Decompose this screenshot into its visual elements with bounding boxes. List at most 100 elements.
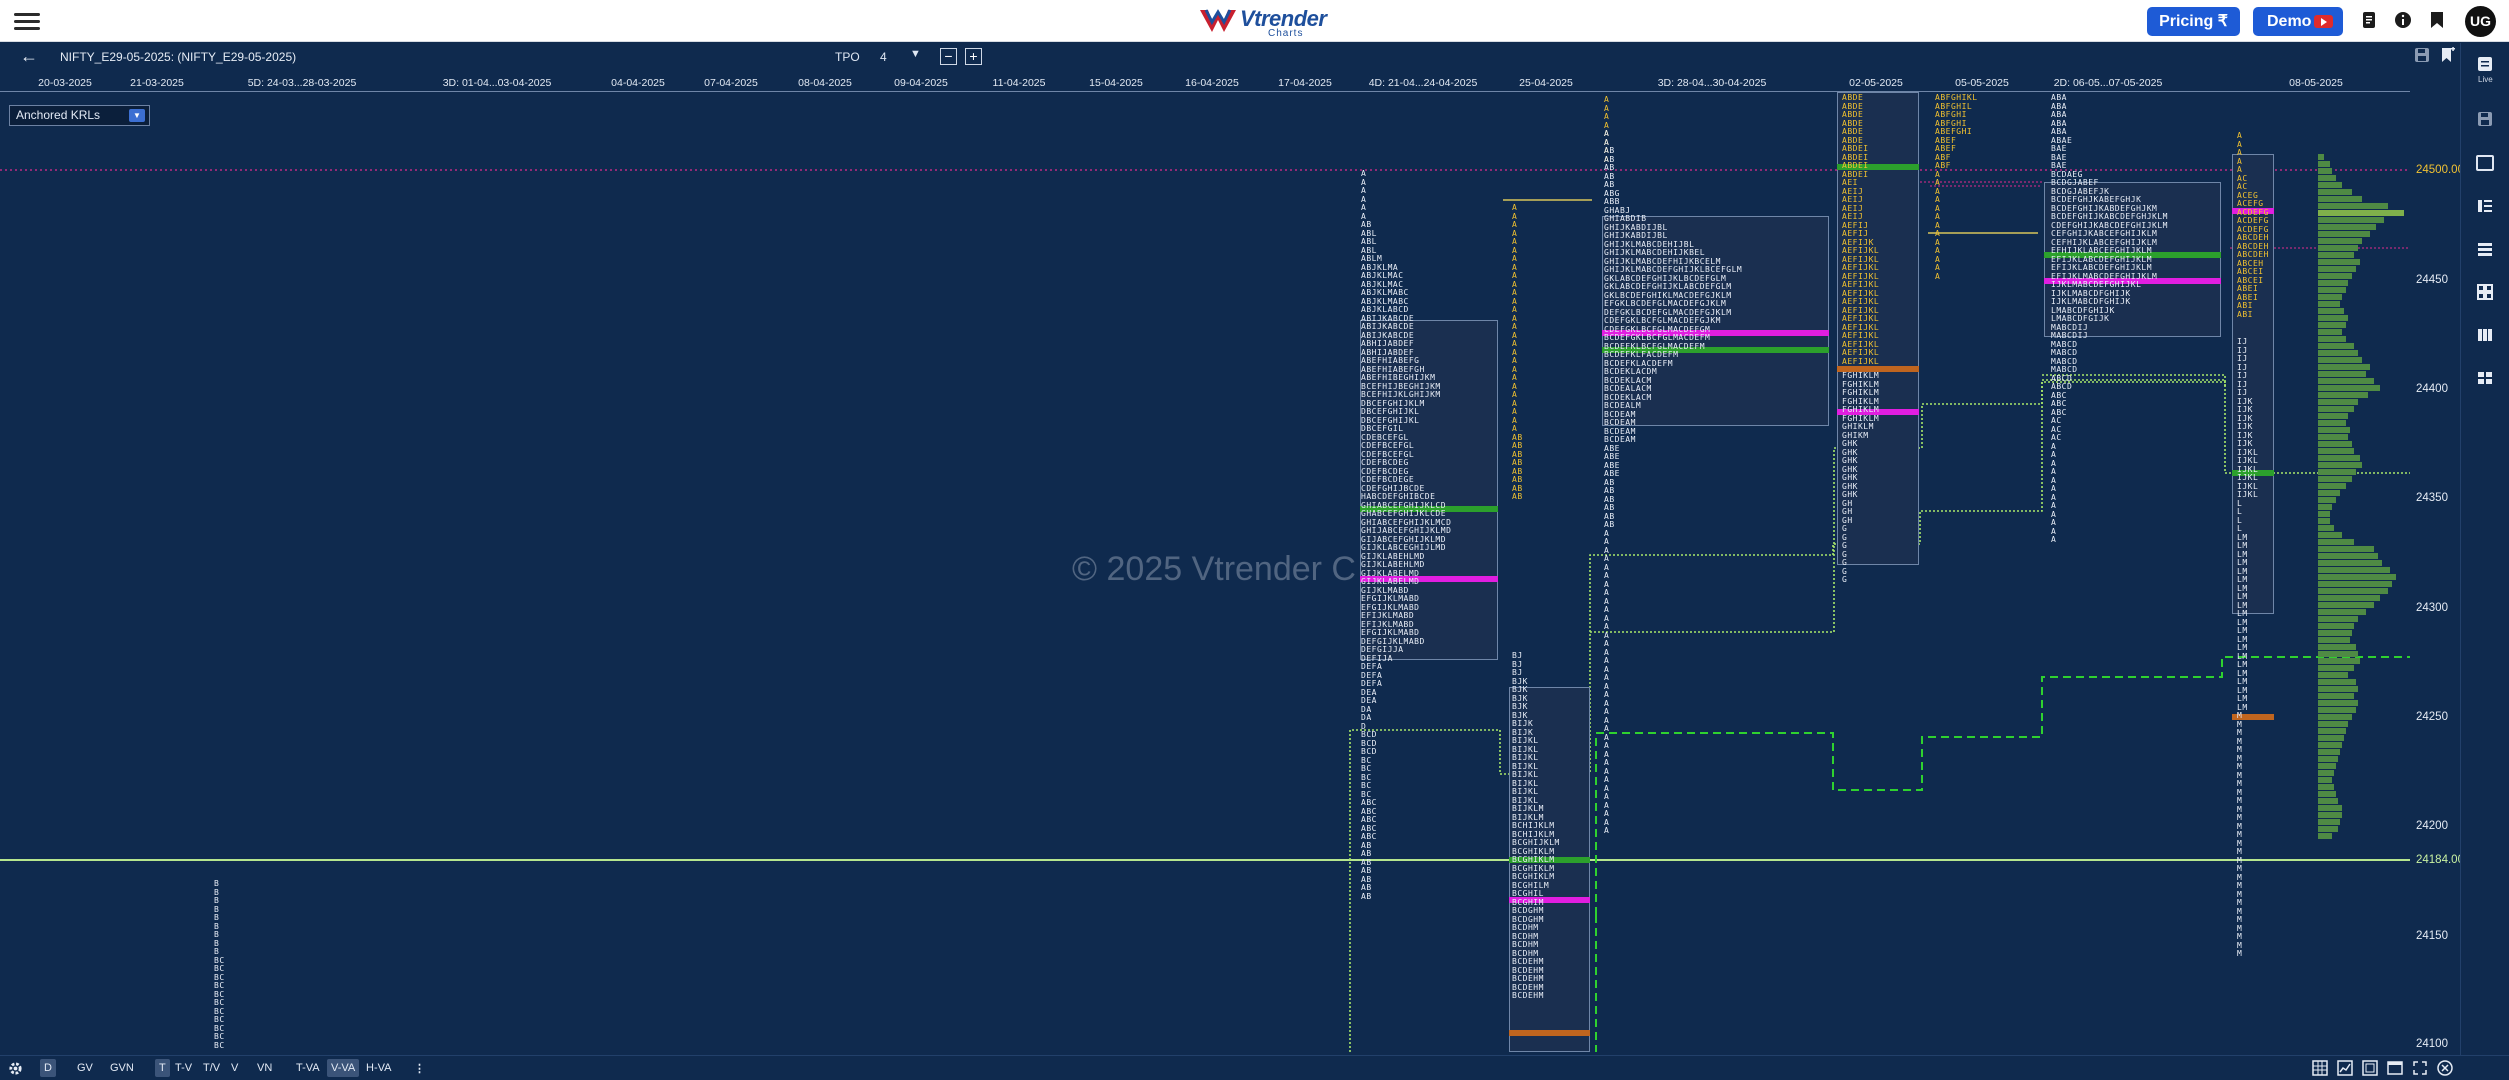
price-label: 24400: [2416, 383, 2448, 395]
price-label: 24450: [2416, 274, 2448, 286]
date-label: 11-04-2025: [992, 77, 1046, 89]
date-label: 4D: 21-04...24-04-2025: [1368, 77, 1478, 89]
mode-gv-button[interactable]: GV: [77, 1062, 93, 1074]
save-icon[interactable]: [2414, 47, 2430, 63]
price-label: 24100: [2416, 1038, 2448, 1050]
tiles-icon[interactable]: [2477, 370, 2493, 386]
bookmark-add-icon[interactable]: [2440, 47, 2456, 63]
mode-h-va-button[interactable]: H-VA: [366, 1062, 391, 1074]
date-label: 2D: 06-05...07-05-2025: [2053, 77, 2163, 89]
increase-tpo-button[interactable]: +: [965, 48, 982, 65]
mode-t-button[interactable]: T: [155, 1059, 170, 1077]
info-icon[interactable]: [2393, 11, 2413, 31]
decrease-tpo-button[interactable]: −: [940, 48, 957, 65]
bottom-toolbar: D GV GVN T T-V T/V V VN T-VA V-VA H-VA ⋮: [0, 1055, 2509, 1080]
close-icon[interactable]: [2437, 1060, 2453, 1076]
anchored-krls-dropdown[interactable]: Anchored KRLs ▼: [9, 105, 150, 126]
document-icon[interactable]: [2477, 56, 2493, 72]
back-arrow-icon[interactable]: ←: [20, 46, 38, 67]
list-icon[interactable]: [2477, 198, 2493, 214]
grid-icon[interactable]: [2477, 284, 2493, 300]
right-sidebar: Live: [2460, 43, 2509, 1055]
mode-t-slash-v-button[interactable]: T/V: [203, 1062, 220, 1074]
date-label: 16-04-2025: [1185, 77, 1239, 89]
date-label: 15-04-2025: [1089, 77, 1143, 89]
price-label: 24250: [2416, 711, 2448, 723]
price-label-highlight: 24500.00: [2416, 164, 2464, 176]
line-chart-icon[interactable]: [2337, 1060, 2353, 1076]
tpo-label: TPO: [835, 50, 860, 64]
tpo-column: A A A A A A A A A A A A A A A A A A A A …: [1512, 203, 1523, 501]
table-view-icon[interactable]: [2312, 1060, 2328, 1076]
krl-label: Anchored KRLs: [16, 108, 101, 122]
date-label: 09-04-2025: [894, 77, 948, 89]
price-label: 24150: [2416, 930, 2448, 942]
date-label: 08-05-2025: [2289, 77, 2343, 89]
layout-icon[interactable]: [2362, 1060, 2378, 1076]
logo-mark-icon: [1200, 9, 1236, 32]
chevron-down-icon[interactable]: ▼: [129, 109, 145, 122]
watermark: © 2025 Vtrender C: [1072, 550, 1356, 588]
tpo-column: ABFGHIKL ABFGHIL ABFGHI ABFGHI ABEFGHI A…: [1935, 93, 1978, 281]
date-label: 3D: 28-04...30-04-2025: [1657, 77, 1767, 89]
date-label: 04-04-2025: [611, 77, 665, 89]
date-label: 25-04-2025: [1519, 77, 1573, 89]
mode-t-va-button[interactable]: T-VA: [296, 1062, 320, 1074]
tpo-column: ABA ABA ABA ABA ABA ABAE BAE BAE BAE BCD…: [2051, 93, 2168, 544]
date-label: 5D: 24-03...28-03-2025: [247, 77, 357, 89]
date-label: 3D: 01-04...03-04-2025: [442, 77, 552, 89]
menu-icon[interactable]: [14, 10, 40, 32]
expand-icon[interactable]: [2412, 1060, 2428, 1076]
market-profile-chart[interactable]: B B B B B B B B B BC BC BC BC BC BC BC B…: [0, 92, 2410, 1052]
columns-icon[interactable]: [2477, 327, 2493, 343]
date-label: 21-03-2025: [130, 77, 184, 89]
price-label-highlight: 24184.00: [2416, 854, 2464, 866]
tpo-column: A A A A A A AB ABL ABL ABL ABLM ABJKLMA …: [1361, 169, 1452, 901]
brand-subtitle: Charts: [1268, 28, 1304, 39]
rows-icon[interactable]: [2477, 241, 2493, 257]
mode-v-va-button[interactable]: V-VA: [327, 1059, 360, 1077]
tpo-column: B B B B B B B B B BC BC BC BC BC BC BC B…: [214, 879, 225, 1050]
mode-gvn-button[interactable]: GVN: [110, 1062, 134, 1074]
tpo-column: FGHIKLM FGHIKLM FGHIKLM FGHIKLM FGHIKLM …: [1842, 371, 1880, 584]
demo-button[interactable]: Demo: [2253, 7, 2343, 36]
tpo-size-value[interactable]: 4: [880, 50, 887, 64]
youtube-icon: [2314, 15, 2333, 28]
bookmark-icon[interactable]: [2427, 11, 2447, 31]
document-icon[interactable]: [2359, 11, 2379, 31]
date-label: 07-04-2025: [704, 77, 758, 89]
tpo-column: A A A A A AC AC ACEG ACEFG ACDEFG ACDEFG…: [2237, 131, 2269, 319]
live-label: Live: [2478, 75, 2493, 84]
tpo-column: ABDE ABDE ABDE ABDE ABDE ABDE ABDEI ABDE…: [1842, 93, 1880, 366]
date-label: 05-05-2025: [1955, 77, 2009, 89]
poc-bar: [1509, 1030, 1590, 1036]
tpo-column: BJ BJ BJ BJK BJK BJK BJK BJK BIJK BIJK B…: [1512, 651, 1560, 1000]
symbol-title: NIFTY_E29-05-2025: (NIFTY_E29-05-2025): [60, 50, 297, 64]
rectangle-tool-icon[interactable]: [2476, 155, 2494, 171]
chart-toolbar: ← NIFTY_E29-05-2025: (NIFTY_E29-05-2025)…: [0, 43, 2460, 71]
mode-t-v-button[interactable]: T-V: [175, 1062, 192, 1074]
app-root: Vtrender Charts Pricing ₹ Demo UG ← NIFT…: [0, 0, 2509, 1080]
more-options-icon[interactable]: ⋮: [414, 1062, 425, 1075]
date-label: 08-04-2025: [798, 77, 852, 89]
settings-gear-icon[interactable]: [8, 1061, 23, 1076]
mode-vn-button[interactable]: VN: [257, 1062, 272, 1074]
user-avatar[interactable]: UG: [2465, 6, 2496, 37]
date-label: 17-04-2025: [1278, 77, 1332, 89]
window-icon[interactable]: [2387, 1060, 2403, 1076]
mode-d-button[interactable]: D: [40, 1059, 56, 1077]
date-label: 20-03-2025: [38, 77, 92, 89]
tpo-column: IJ IJ IJ IJ IJ IJ IJ IJK IJK IJK IJK IJK…: [2237, 337, 2259, 958]
tpo-column: A A AB AB AB AB AB ABG ABB GHABJ GHIABDI…: [1604, 129, 1743, 835]
price-axis: 24500.00 24450 24400 24350 24300 24250 2…: [2410, 92, 2464, 1052]
price-label: 24200: [2416, 820, 2448, 832]
pricing-button[interactable]: Pricing ₹: [2147, 7, 2240, 36]
top-header: Vtrender Charts Pricing ₹ Demo UG: [0, 0, 2509, 42]
date-label: 02-05-2025: [1849, 77, 1903, 89]
mode-v-button[interactable]: V: [231, 1062, 238, 1074]
date-axis: 20-03-2025 21-03-2025 5D: 24-03...28-03-…: [0, 73, 2410, 92]
demo-label: Demo: [2267, 13, 2312, 30]
vtrender-logo[interactable]: Vtrender Charts: [1198, 4, 1327, 39]
save-icon[interactable]: [2477, 111, 2493, 127]
chevron-down-icon[interactable]: ▼: [910, 48, 921, 60]
